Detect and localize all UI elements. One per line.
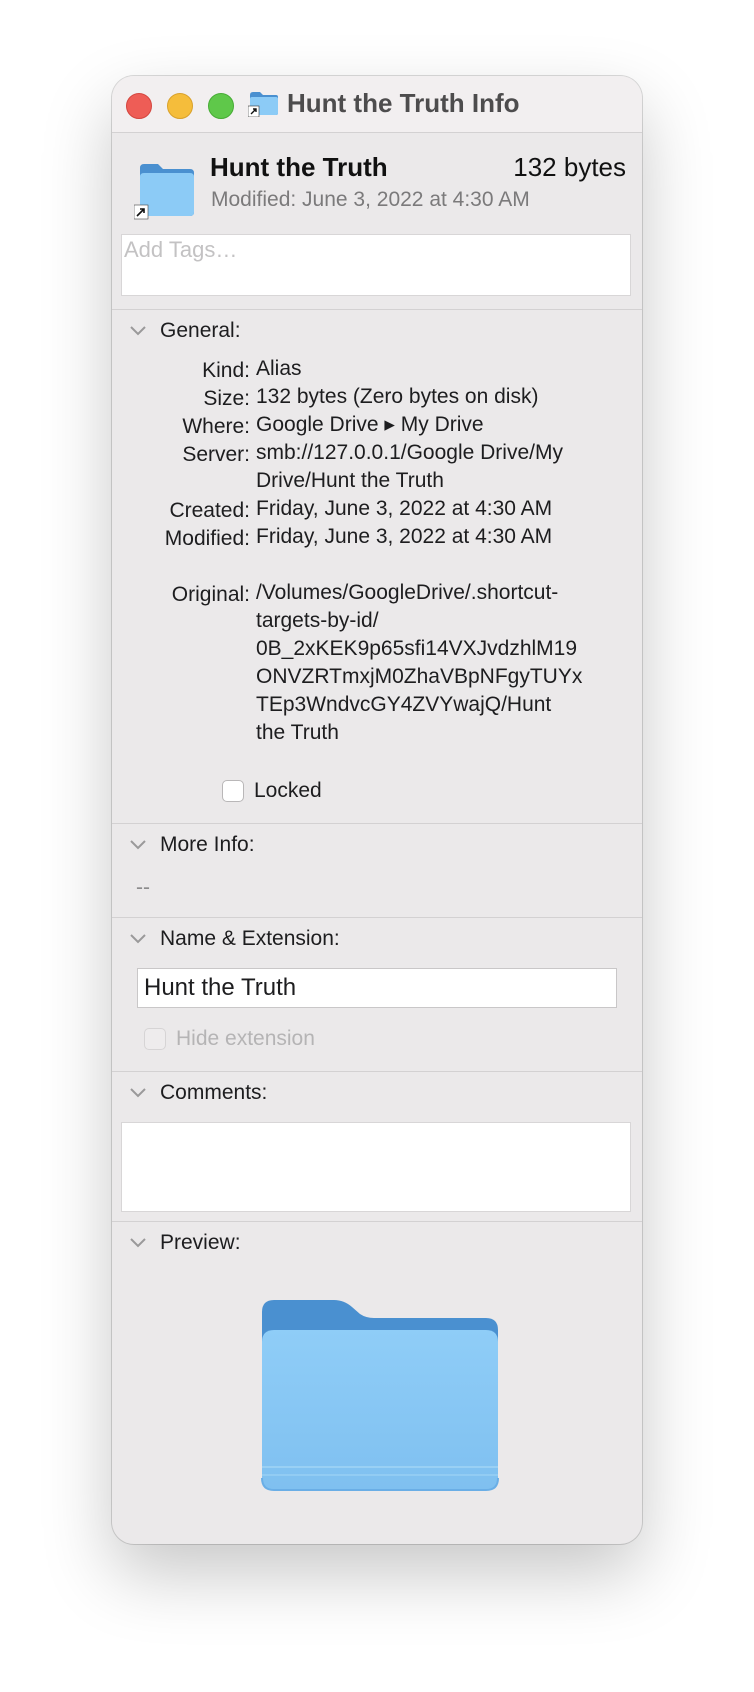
preview-section-toggle[interactable]: Preview:	[128, 1228, 241, 1258]
divider	[112, 1221, 642, 1222]
close-button[interactable]	[126, 93, 152, 119]
folder-preview-icon	[261, 1300, 499, 1491]
more-info-value: --	[136, 876, 150, 899]
locked-checkbox[interactable]	[222, 780, 244, 802]
size-label: Size:	[203, 387, 250, 410]
locked-label[interactable]: Locked	[254, 779, 322, 803]
divider	[112, 1071, 642, 1072]
minimize-button[interactable]	[167, 93, 193, 119]
name-field[interactable]	[137, 968, 617, 1008]
comments-input[interactable]	[122, 1123, 630, 1211]
modified-label: Modified:	[164, 527, 250, 550]
file-name: Hunt the Truth	[210, 152, 388, 182]
tags-input[interactable]	[122, 235, 634, 265]
original-value[interactable]: /Volumes/GoogleDrive/.shortcut- targets-…	[256, 579, 616, 747]
modified-value: Friday, June 3, 2022 at 4:30 AM	[256, 525, 553, 548]
original-label: Original:	[171, 583, 250, 606]
section-title: General:	[160, 319, 241, 342]
title-bar[interactable]: Hunt the Truth Info	[112, 76, 642, 133]
section-title: Preview:	[160, 1231, 241, 1254]
divider	[112, 823, 642, 824]
general-section-toggle[interactable]: General:	[128, 316, 241, 346]
zoom-button[interactable]	[208, 93, 234, 119]
original-value-line: /Volumes/GoogleDrive/.shortcut-	[256, 581, 559, 604]
hide-extension-checkbox[interactable]	[144, 1028, 166, 1050]
chevron-down-icon	[130, 1238, 146, 1248]
name-input[interactable]	[138, 969, 616, 1007]
server-value: smb://127.0.0.1/Google Drive/My Drive/Hu…	[256, 439, 616, 495]
server-value-line: Drive/Hunt the Truth	[256, 469, 444, 492]
created-value: Friday, June 3, 2022 at 4:30 AM	[256, 497, 553, 520]
file-modified: Modified: June 3, 2022 at 4:30 AM	[211, 188, 530, 211]
comments-section-toggle[interactable]: Comments:	[128, 1078, 267, 1108]
info-window: Hunt the Truth Info Hunt the Truth 132 b…	[112, 76, 642, 1544]
created-label: Created:	[169, 499, 250, 522]
original-value-line: TEp3WndvcGY4ZVYwajQ/Hunt	[256, 693, 552, 716]
file-size: 132 bytes	[513, 152, 626, 182]
where-label: Where:	[182, 415, 250, 438]
alias-folder-icon	[134, 164, 194, 220]
chevron-down-icon	[130, 934, 146, 944]
original-value-line: 0B_2xKEK9p65sfi14VXJvdzhlM19	[256, 637, 578, 660]
window-title: Hunt the Truth Info	[287, 88, 520, 118]
size-value: 132 bytes (Zero bytes on disk)	[256, 385, 539, 408]
chevron-down-icon	[130, 840, 146, 850]
kind-label: Kind:	[202, 359, 250, 382]
original-value-line: the Truth	[256, 721, 339, 744]
server-label: Server:	[182, 443, 250, 466]
comments-field[interactable]	[121, 1122, 631, 1212]
section-title: Name & Extension:	[160, 927, 340, 950]
server-value-line: smb://127.0.0.1/Google Drive/My	[256, 441, 563, 464]
original-value-line: targets-by-id/	[256, 609, 379, 632]
name-extension-section-toggle[interactable]: Name & Extension:	[128, 924, 340, 954]
tags-field[interactable]	[121, 234, 634, 296]
chevron-down-icon	[130, 1088, 146, 1098]
hide-extension-label[interactable]: Hide extension	[176, 1027, 315, 1051]
divider	[112, 917, 642, 918]
divider	[112, 309, 642, 310]
alias-folder-icon	[248, 92, 278, 117]
section-title: Comments:	[160, 1081, 268, 1104]
original-value-line: ONVZRTmxjM0ZhaVBpNFgyTUYx	[256, 665, 583, 688]
section-title: More Info:	[160, 833, 255, 856]
more-info-section-toggle[interactable]: More Info:	[128, 830, 255, 860]
where-value: Google Drive ▸ My Drive	[256, 413, 484, 436]
chevron-down-icon	[130, 326, 146, 336]
kind-value: Alias	[256, 357, 302, 380]
